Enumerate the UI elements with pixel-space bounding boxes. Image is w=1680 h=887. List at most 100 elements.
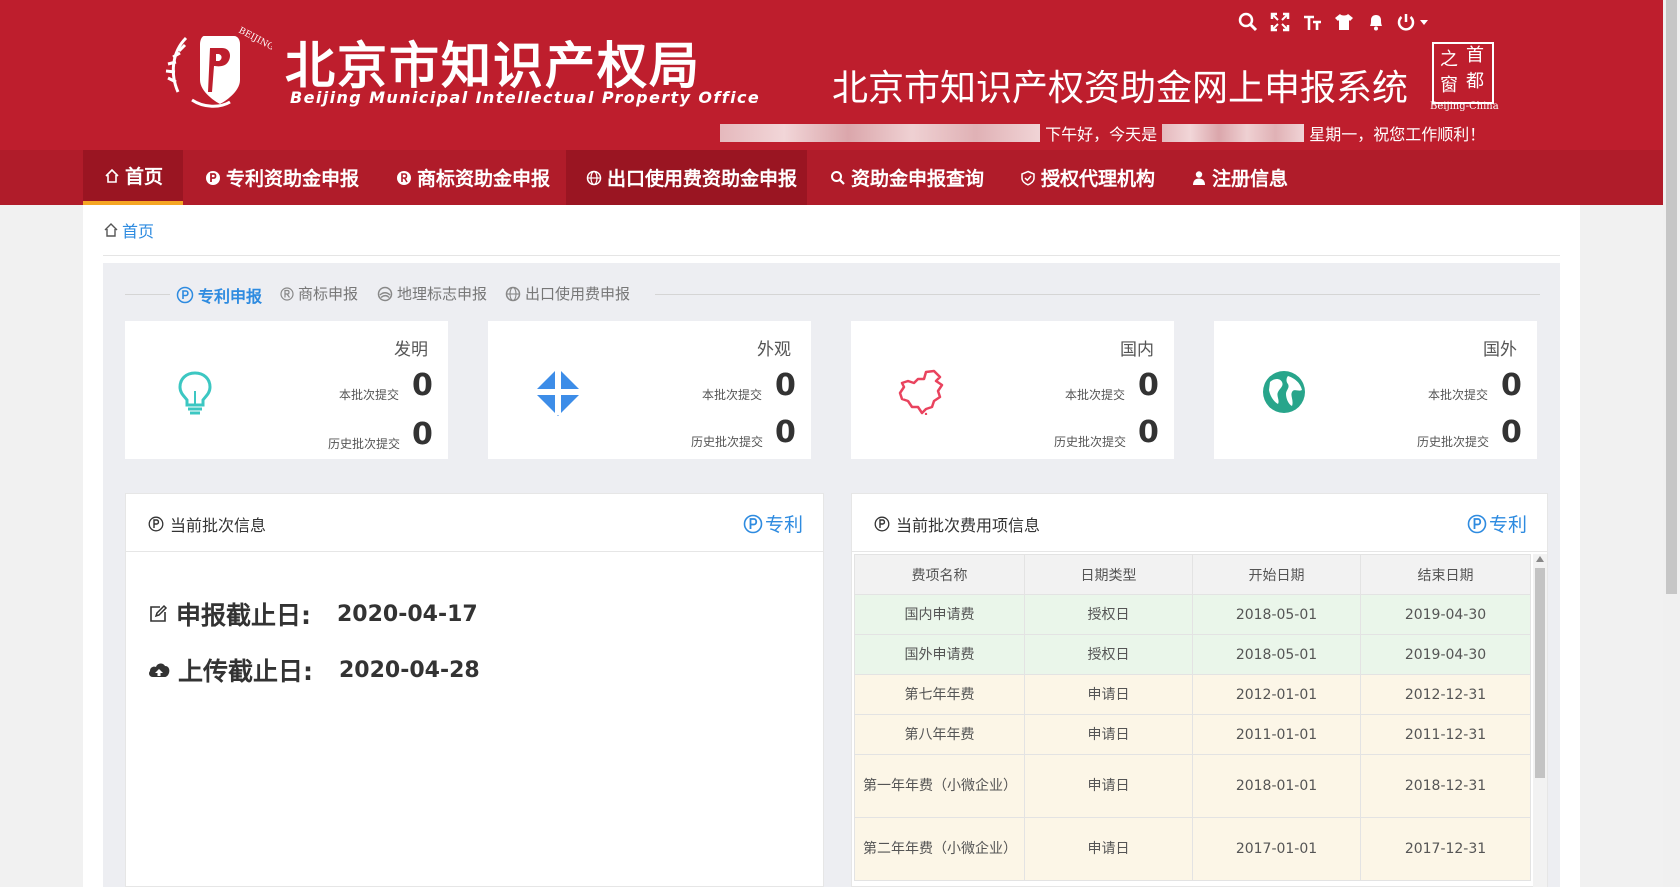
stat-card-design[interactable]: 外观 本批次提交 0 历史批次提交 0 bbox=[488, 321, 811, 459]
tab-geographical-indication[interactable]: 地理标志申报 bbox=[377, 283, 487, 304]
deadline-value: 2020-04-28 bbox=[339, 657, 480, 683]
page-scrollbar[interactable] bbox=[1663, 0, 1680, 887]
patent-icon bbox=[148, 516, 164, 532]
nav-item-home[interactable]: 首页 bbox=[83, 150, 183, 205]
capital-window-badge-icon: 之 首 窗 都 bbox=[1432, 42, 1494, 104]
system-title: 北京市知识产权资助金网上申报系统 bbox=[832, 68, 1409, 109]
table-row[interactable]: 国内申请费 授权日 2018-05-01 2019-04-30 bbox=[854, 594, 1531, 635]
history-batch-label: 历史批次提交 bbox=[1054, 435, 1127, 449]
cloud-upload-icon bbox=[148, 661, 170, 679]
search-icon[interactable] bbox=[1232, 8, 1264, 36]
table-row[interactable]: 第七年年费 申请日 2012-01-01 2012-12-31 bbox=[854, 674, 1531, 715]
nav-item-export-royalty-funding[interactable]: 出口使用费资助金申报 bbox=[566, 150, 807, 205]
fee-name-cell: 国外申请费 bbox=[854, 634, 1025, 675]
batch-info-panel: 当前批次信息 专利 申报截止日: 2020-04-17 上传截止日: 2020-… bbox=[125, 493, 824, 887]
shield-icon bbox=[1019, 169, 1037, 187]
fee-name-cell: 国内申请费 bbox=[854, 594, 1025, 635]
end-date-cell: 2019-04-30 bbox=[1360, 634, 1531, 675]
badge-char: 都 bbox=[1466, 71, 1484, 92]
tab-label: 专利申报 bbox=[198, 287, 263, 306]
nav-item-label: 资助金申报查询 bbox=[851, 168, 985, 190]
table-row[interactable]: 第八年年费 申请日 2011-01-01 2011-12-31 bbox=[854, 714, 1531, 755]
geo-badge-icon bbox=[377, 286, 393, 302]
nav-item-label: 出口使用费资助金申报 bbox=[607, 168, 798, 190]
column-header[interactable]: 开始日期 bbox=[1192, 554, 1361, 595]
nav-item-trademark-funding[interactable]: 商标资助金申报 bbox=[395, 150, 550, 205]
patent-icon bbox=[743, 514, 763, 534]
notification-bell-icon[interactable] bbox=[1360, 8, 1392, 36]
greeting-text: 下午好，今天是 bbox=[1045, 125, 1158, 144]
breadcrumb-home[interactable]: 首页 bbox=[122, 218, 154, 242]
stat-card-invention[interactable]: 发明 本批次提交 0 历史批次提交 0 bbox=[125, 321, 448, 459]
tab-trademark[interactable]: 商标申报 bbox=[280, 283, 358, 304]
date-type-cell: 授权日 bbox=[1024, 634, 1193, 675]
history-batch-label: 历史批次提交 bbox=[328, 437, 401, 451]
table-row[interactable]: 国外申请费 授权日 2018-05-01 2019-04-30 bbox=[854, 634, 1531, 675]
panel-title: 当前批次信息 bbox=[148, 512, 266, 536]
history-batch-count: 0 bbox=[775, 415, 796, 450]
date-type-cell: 申请日 bbox=[1024, 817, 1193, 881]
font-size-icon[interactable] bbox=[1296, 8, 1328, 36]
power-icon[interactable] bbox=[1392, 8, 1436, 36]
seal-text: BEIJING INTELLECTUAL PROPERTY bbox=[237, 26, 272, 116]
edit-icon bbox=[148, 604, 168, 624]
greeting-weekday-text: 星期一，祝您工作顺利！ bbox=[1309, 125, 1486, 144]
diamond-arrows-icon bbox=[532, 366, 584, 418]
date-type-cell: 授权日 bbox=[1024, 594, 1193, 635]
user-icon bbox=[1190, 169, 1208, 187]
current-batch-label: 本批次提交 bbox=[702, 388, 763, 402]
current-batch-label: 本批次提交 bbox=[339, 388, 400, 402]
current-batch-label: 本批次提交 bbox=[1428, 388, 1489, 402]
theme-shirt-icon[interactable] bbox=[1328, 8, 1360, 36]
nav-item-patent-funding[interactable]: 专利资助金申报 bbox=[204, 150, 359, 205]
deadline-value: 2020-04-17 bbox=[337, 601, 478, 627]
column-header[interactable]: 费项名称 bbox=[854, 554, 1025, 595]
table-row[interactable]: 第二年年费（小微企业） 申请日 2017-01-01 2017-12-31 bbox=[854, 817, 1531, 881]
china-map-icon bbox=[895, 366, 947, 418]
stat-card-domestic[interactable]: 国内 本批次提交 0 历史批次提交 0 bbox=[851, 321, 1174, 459]
column-header[interactable]: 结束日期 bbox=[1360, 554, 1531, 595]
start-date-cell: 2012-01-01 bbox=[1192, 674, 1361, 715]
column-header[interactable]: 日期类型 bbox=[1024, 554, 1193, 595]
table-scrollbar[interactable] bbox=[1533, 554, 1547, 887]
tab-patent[interactable]: 专利申报 bbox=[176, 283, 262, 307]
nav-item-authorized-agencies[interactable]: 授权代理机构 bbox=[1019, 150, 1155, 205]
page-scrollbar-thumb[interactable] bbox=[1666, 0, 1677, 594]
header-toolbar bbox=[1232, 8, 1436, 36]
fee-info-panel: 当前批次费用项信息 专利 费项名称 日期类型 开始日期 结束日期 国内申请费 授… bbox=[851, 493, 1548, 887]
end-date-cell: 2012-12-31 bbox=[1360, 674, 1531, 715]
start-date-cell: 2011-01-01 bbox=[1192, 714, 1361, 755]
site-header: BEIJING INTELLECTUAL PROPERTY 北京市知识产权局 B… bbox=[0, 0, 1663, 150]
panel-header: 当前批次信息 专利 bbox=[126, 494, 823, 552]
nav-item-label: 商标资助金申报 bbox=[417, 168, 551, 190]
breadcrumb[interactable]: 首页 bbox=[103, 218, 154, 242]
current-batch-count: 0 bbox=[412, 368, 433, 403]
patent-link[interactable]: 专利 bbox=[743, 510, 803, 537]
tab-label: 出口使用费申报 bbox=[525, 285, 631, 303]
earth-globe-icon bbox=[1258, 366, 1310, 418]
fee-name-cell: 第七年年费 bbox=[854, 674, 1025, 715]
card-title: 外观 bbox=[757, 340, 791, 360]
badge-caption: Beijing-China bbox=[1430, 101, 1499, 112]
start-date-cell: 2017-01-01 bbox=[1192, 817, 1361, 881]
patent-icon bbox=[176, 286, 194, 304]
fullscreen-icon[interactable] bbox=[1264, 8, 1296, 36]
stat-card-foreign[interactable]: 国外 本批次提交 0 历史批次提交 0 bbox=[1214, 321, 1537, 459]
card-title: 国外 bbox=[1483, 340, 1517, 360]
current-batch-count: 0 bbox=[1138, 368, 1159, 403]
start-date-cell: 2018-05-01 bbox=[1192, 594, 1361, 635]
history-batch-label: 历史批次提交 bbox=[1417, 435, 1490, 449]
table-scrollbar-thumb[interactable] bbox=[1535, 568, 1545, 778]
start-date-cell: 2018-01-01 bbox=[1192, 754, 1361, 818]
card-title: 国内 bbox=[1120, 340, 1154, 360]
scroll-up-arrow-icon[interactable] bbox=[1536, 556, 1544, 562]
table-row[interactable]: 第一年年费（小微企业） 申请日 2018-01-01 2018-12-31 bbox=[854, 754, 1531, 818]
globe-icon bbox=[585, 169, 603, 187]
nav-item-funding-query[interactable]: 资助金申报查询 bbox=[829, 150, 984, 205]
table-header-row: 费项名称 日期类型 开始日期 结束日期 bbox=[854, 554, 1531, 595]
current-batch-count: 0 bbox=[775, 368, 796, 403]
nav-item-label: 专利资助金申报 bbox=[226, 168, 360, 190]
patent-link[interactable]: 专利 bbox=[1467, 510, 1527, 537]
nav-item-registration-info[interactable]: 注册信息 bbox=[1190, 150, 1288, 205]
tab-export-royalty[interactable]: 出口使用费申报 bbox=[505, 283, 630, 304]
